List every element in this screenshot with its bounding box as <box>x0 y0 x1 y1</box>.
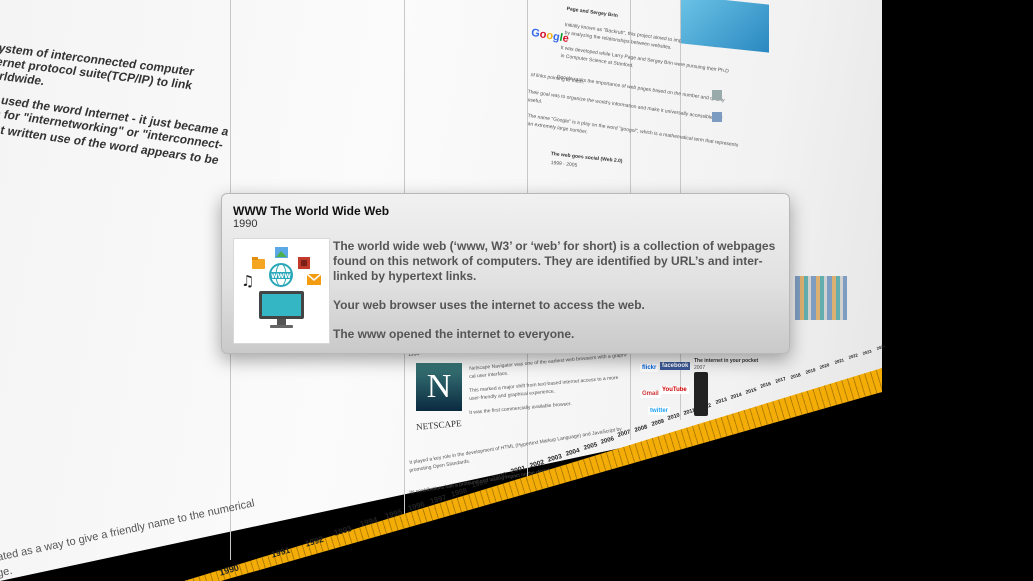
music-note-icon: ♫ <box>241 272 254 290</box>
popup-title: WWW The World Wide Web <box>233 204 390 218</box>
timeline-stage: system of interconnected computer ternet… <box>0 0 1033 581</box>
network-thumbnail <box>681 0 769 53</box>
timeline-year-label: 2024 <box>876 343 886 351</box>
popup-paragraph: The world wide web (‘www, W3’ or ‘web’ f… <box>333 239 776 283</box>
facebook-logo: facebook <box>660 362 691 370</box>
popup-body: The world wide web (‘www, W3’ or ‘web’ f… <box>333 239 778 356</box>
svg-text:♫: ♫ <box>241 272 254 290</box>
thumbnail <box>712 112 722 122</box>
netscape-logo: N <box>416 363 462 411</box>
flickr-logo: flickr <box>640 364 659 372</box>
monitor-icon <box>259 291 304 328</box>
www-illustration: ♫ WWW <box>233 238 330 344</box>
thumbnail <box>712 90 722 100</box>
image-icon <box>275 247 288 258</box>
mobile-heading: The internet in your pocket <box>694 358 759 364</box>
netscape-logo-letter: N <box>426 368 452 405</box>
globe-icon: WWW <box>269 263 293 287</box>
video-icon <box>298 257 310 269</box>
popup-paragraph: Your web browser uses the internet to ac… <box>333 298 645 312</box>
folder-icon <box>252 257 265 269</box>
mobile-year: 2007 <box>694 365 706 371</box>
event-popup[interactable]: WWW The World Wide Web 1990 ♫ WWW The wo… <box>221 193 790 354</box>
globe-label: WWW <box>271 273 291 280</box>
twitter-logo: twitter <box>648 407 670 415</box>
gmail-logo: Gmail <box>640 390 661 398</box>
youtube-logo: YouTube <box>660 386 689 394</box>
mail-icon <box>306 273 322 285</box>
popup-year: 1990 <box>233 218 258 230</box>
collage-thumbnail <box>795 276 847 320</box>
www-illustration-svg: ♫ WWW <box>241 247 322 328</box>
popup-paragraph: The www opened the internet to everyone. <box>333 327 575 341</box>
